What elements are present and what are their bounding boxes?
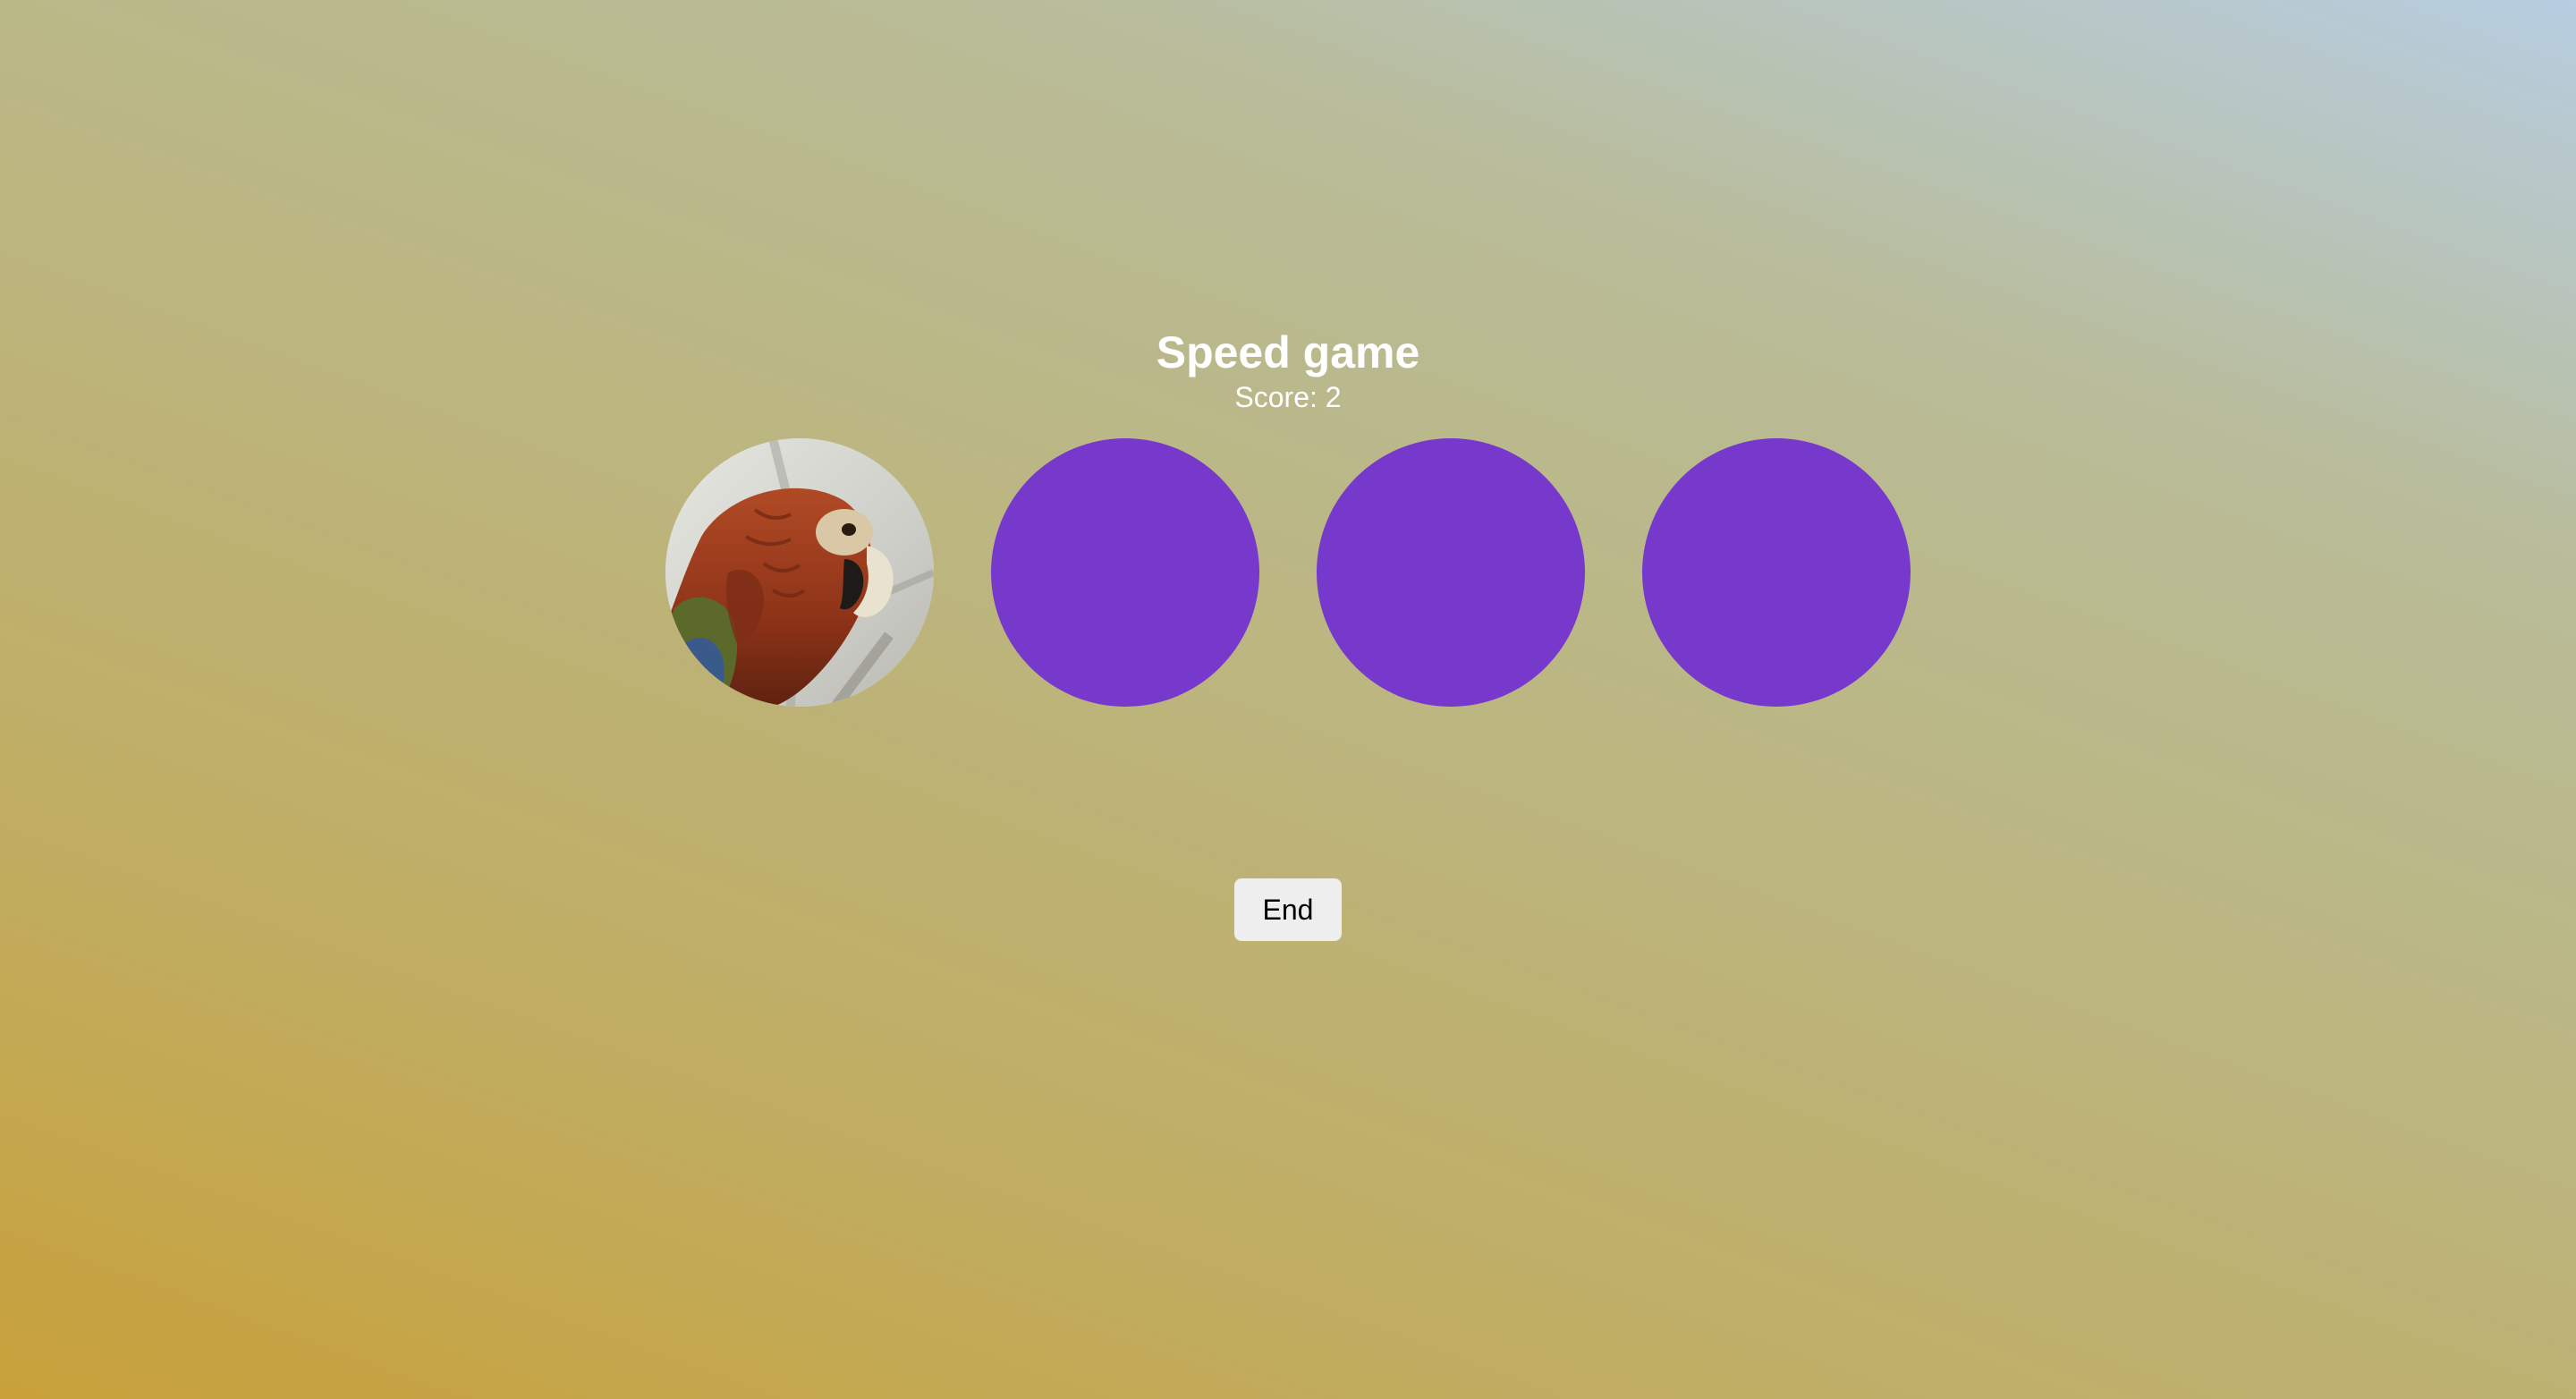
game-header: Speed game Score: 2 — [0, 318, 2576, 415]
game-title: Speed game — [1156, 327, 1420, 377]
circle-2[interactable] — [991, 438, 1259, 707]
score-display: Score: 2 — [1234, 381, 1342, 413]
circle-4[interactable] — [1642, 438, 1911, 707]
circle-3[interactable] — [1317, 438, 1585, 707]
circle-1-active[interactable] — [665, 438, 934, 707]
end-button[interactable]: End — [1234, 878, 1342, 941]
parrot-image — [665, 438, 934, 707]
